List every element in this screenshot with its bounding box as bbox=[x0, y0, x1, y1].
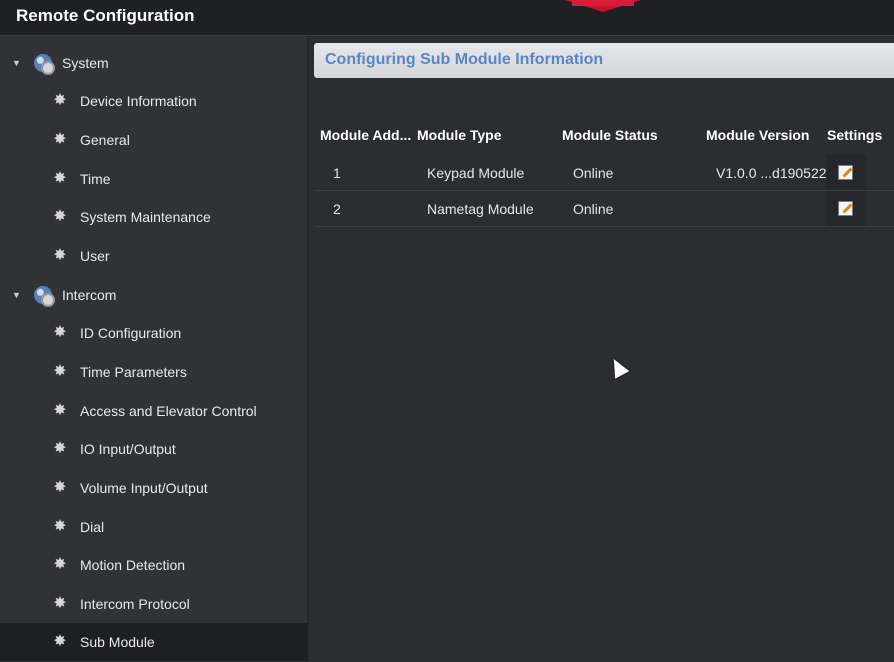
sub-module-table: Module Add... Module Type Module Status … bbox=[314, 116, 894, 227]
expand-caret-icon[interactable]: ▼ bbox=[12, 58, 34, 68]
expand-caret-icon[interactable]: ▼ bbox=[12, 290, 34, 300]
gear-icon: ✸ bbox=[53, 633, 67, 650]
gear-icon: ✸ bbox=[53, 479, 67, 496]
tree-item-label: Sub Module bbox=[80, 634, 155, 650]
gear-icon: ✸ bbox=[53, 324, 67, 341]
config-tree: ▼ System ✸ Device Information ✸ General … bbox=[0, 36, 308, 662]
tree-item-label: System Maintenance bbox=[80, 209, 211, 225]
tree-group-label: Intercom bbox=[62, 287, 117, 303]
cell-type: Keypad Module bbox=[427, 165, 525, 181]
table-row[interactable]: 2 Nametag Module Online bbox=[314, 191, 894, 227]
column-header-version[interactable]: Module Version bbox=[706, 127, 809, 143]
window-title: Remote Configuration bbox=[16, 6, 195, 25]
tree-item-label: Time Parameters bbox=[80, 364, 187, 380]
tree-item-system-maintenance[interactable]: ✸ System Maintenance bbox=[0, 198, 308, 236]
gear-icon: ✸ bbox=[53, 402, 67, 419]
tree-item-label: User bbox=[80, 248, 110, 264]
column-header-type[interactable]: Module Type bbox=[417, 127, 502, 143]
tree-group-label: System bbox=[62, 55, 109, 71]
edit-icon[interactable] bbox=[838, 165, 853, 180]
table-row[interactable]: 1 Keypad Module Online V1.0.0 ...d190522 bbox=[314, 155, 894, 191]
tree-item-label: IO Input/Output bbox=[80, 441, 176, 457]
gear-icon: ✸ bbox=[53, 247, 67, 264]
gear-icon: ✸ bbox=[53, 595, 67, 612]
edit-icon[interactable] bbox=[838, 201, 853, 216]
system-icon bbox=[34, 54, 55, 75]
tree-item-volume-input-output[interactable]: ✸ Volume Input/Output bbox=[0, 469, 308, 507]
gear-icon: ✸ bbox=[53, 131, 67, 148]
tree-group-intercom[interactable]: ▼ Intercom bbox=[0, 276, 308, 314]
gear-icon: ✸ bbox=[53, 363, 67, 380]
tree-item-label: Volume Input/Output bbox=[80, 480, 208, 496]
tree-item-device-information[interactable]: ✸ Device Information bbox=[0, 82, 308, 120]
section-title: Configuring Sub Module Information bbox=[325, 51, 604, 68]
tree-item-label: Time bbox=[80, 171, 111, 187]
tree-item-user[interactable]: ✸ User bbox=[0, 237, 308, 275]
gear-icon: ✸ bbox=[53, 208, 67, 225]
tree-item-label: General bbox=[80, 132, 130, 148]
gear-icon: ✸ bbox=[53, 556, 67, 573]
tree-item-label: Intercom Protocol bbox=[80, 596, 190, 612]
cell-status: Online bbox=[573, 165, 614, 181]
section-header: Configuring Sub Module Information bbox=[314, 43, 894, 78]
tree-item-label: Device Information bbox=[80, 93, 197, 109]
tree-item-time[interactable]: ✸ Time bbox=[0, 160, 308, 198]
tree-group-system[interactable]: ▼ System bbox=[0, 44, 308, 82]
tree-item-dial[interactable]: ✸ Dial bbox=[0, 508, 308, 546]
brand-accent-cap bbox=[572, 0, 634, 6]
column-header-settings[interactable]: Settings bbox=[827, 127, 882, 143]
window-titlebar: Remote Configuration bbox=[0, 0, 894, 36]
gear-icon: ✸ bbox=[53, 92, 67, 109]
gear-icon: ✸ bbox=[53, 170, 67, 187]
main-panel: Configuring Sub Module Information Modul… bbox=[308, 36, 894, 662]
table-header: Module Add... Module Type Module Status … bbox=[314, 116, 894, 155]
cell-type: Nametag Module bbox=[427, 201, 534, 217]
tree-item-label: Motion Detection bbox=[80, 557, 186, 573]
tree-item-id-configuration[interactable]: ✸ ID Configuration bbox=[0, 314, 308, 352]
tree-item-access-elevator-control[interactable]: ✸ Access and Elevator Control bbox=[0, 392, 308, 430]
cell-address: 2 bbox=[333, 201, 341, 217]
tree-item-label: ID Configuration bbox=[80, 325, 182, 341]
tree-item-motion-detection[interactable]: ✸ Motion Detection bbox=[0, 546, 308, 584]
tree-item-sub-module[interactable]: ✸ Sub Module bbox=[0, 623, 308, 661]
cell-status: Online bbox=[573, 201, 614, 217]
intercom-icon bbox=[34, 286, 55, 307]
tree-item-label: Access and Elevator Control bbox=[80, 403, 257, 419]
cell-address: 1 bbox=[333, 165, 341, 181]
column-header-address[interactable]: Module Add... bbox=[320, 127, 411, 143]
cell-version: V1.0.0 ...d190522 bbox=[716, 165, 827, 181]
tree-item-intercom-protocol[interactable]: ✸ Intercom Protocol bbox=[0, 585, 308, 623]
gear-icon: ✸ bbox=[53, 518, 67, 535]
tree-item-general[interactable]: ✸ General bbox=[0, 121, 308, 159]
tree-item-time-parameters[interactable]: ✸ Time Parameters bbox=[0, 353, 308, 391]
tree-item-label: Dial bbox=[80, 519, 105, 535]
gear-icon: ✸ bbox=[53, 440, 67, 457]
tree-item-io-input-output[interactable]: ✸ IO Input/Output bbox=[0, 430, 308, 468]
column-header-status[interactable]: Module Status bbox=[562, 127, 658, 143]
